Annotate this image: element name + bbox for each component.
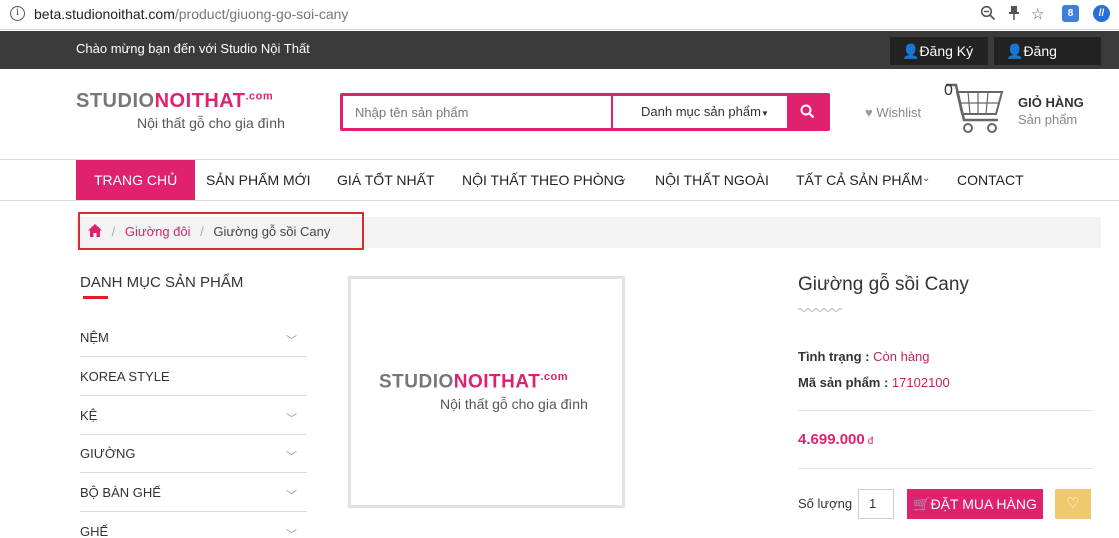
sidebar-item-label: NỆM <box>80 330 109 345</box>
add-to-wishlist-button[interactable]: ♡ <box>1055 489 1091 519</box>
nav-item-new-products[interactable]: SẢN PHẨM MỚI <box>206 160 311 200</box>
product-title: Giường gỗ sồi Cany <box>798 274 969 295</box>
sidebar-title: DANH MỤC SẢN PHẨM <box>80 274 244 291</box>
search-form: Danh mục sản phẩm▼ <box>340 93 830 131</box>
price-value: 4.699.000 <box>798 431 865 448</box>
sidebar-item-bo-ban-ghe[interactable]: BỘ BÀN GHẾ ﹀ <box>80 473 307 512</box>
user-icon: 👤 <box>1006 43 1024 59</box>
sidebar-item-nem[interactable]: NỆM ﹀ <box>80 318 307 357</box>
breadcrumb-current: Giường gỗ sồi Cany <box>213 224 331 239</box>
product-price: 4.699.000 đ <box>798 431 873 448</box>
category-label: Danh mục sản phẩm <box>641 104 761 119</box>
wishlist-link[interactable]: ♥ Wishlist <box>865 105 921 120</box>
info-icon[interactable]: i <box>10 6 25 21</box>
breadcrumb: / Giường đôi / Giường gỗ sồi Cany <box>88 224 330 239</box>
chevron-down-icon[interactable]: ﹀ <box>286 448 297 464</box>
cart-title[interactable]: GIỎ HÀNG <box>1018 95 1084 110</box>
nav-item-contact[interactable]: CONTACT <box>957 160 1024 200</box>
divider <box>798 468 1093 469</box>
extension-icon[interactable]: 8 <box>1062 5 1079 22</box>
search-icon <box>800 104 814 119</box>
nav-item-rooms[interactable]: NỘI THẤT THEO PHÒNG <box>462 160 625 200</box>
url-host: beta.studionoithat.com <box>34 6 175 22</box>
sidebar-item-label: KOREA STYLE <box>80 369 170 384</box>
price-currency: đ <box>867 436 874 447</box>
nav-item-all-products[interactable]: TẤT CẢ SẢN PHẨM <box>796 160 923 200</box>
chevron-down-icon: ⌄ <box>619 173 628 184</box>
cart-small-icon: 🛒 <box>913 496 931 512</box>
cart-count-badge: 0 <box>944 82 953 99</box>
chevron-down-icon[interactable]: ﹀ <box>286 410 297 426</box>
divider <box>798 410 1093 411</box>
login-button[interactable]: 👤Đăng Nhập <box>994 37 1101 87</box>
main-nav: TRANG CHỦ SẢN PHẨM MỚI GIÁ TỐT NHẤT NỘI … <box>0 159 1119 201</box>
sidebar-item-ghe[interactable]: GHẾ ﹀ <box>80 512 307 538</box>
sidebar-title-underline <box>83 296 108 299</box>
nav-item-home[interactable]: TRANG CHỦ <box>76 160 196 200</box>
sidebar-item-korea-style[interactable]: KOREA STYLE <box>80 357 307 396</box>
user-plus-icon: 👤 <box>902 43 920 59</box>
product-sku: Mã sản phẩm : 17102100 <box>798 375 950 390</box>
site-logo[interactable]: STUDIONOITHAT.com Nội thất gỗ cho gia đì… <box>76 90 285 131</box>
product-image-logo: STUDIONOITHAT.com Nội thất gỗ cho gia đì… <box>379 371 588 412</box>
wishlist-label: Wishlist <box>876 105 922 120</box>
stock-status-label: Tình trạng : <box>798 349 870 364</box>
browser-address-bar: i beta.studionoithat.com/product/giuong-… <box>0 0 1119 30</box>
stock-status-value: Còn hàng <box>873 349 930 364</box>
logo-part-1: STUDIO <box>76 90 155 112</box>
url-path: /product/giuong-go-soi-cany <box>174 6 349 22</box>
logo-tld: .com <box>540 371 568 383</box>
quantity-label: Số lượng <box>798 496 853 511</box>
title-divider <box>798 308 843 312</box>
cart-icon[interactable] <box>944 82 1006 138</box>
sidebar-item-label: GHẾ <box>80 524 109 538</box>
sku-label: Mã sản phẩm : <box>798 375 889 390</box>
nav-item-outdoor[interactable]: NỘI THẤT NGOÀI <box>655 160 769 200</box>
search-button[interactable] <box>787 96 827 128</box>
sidebar-item-label: GIƯỜNG <box>80 446 136 461</box>
logo-tagline: Nội thất gỗ cho gia đình <box>137 115 285 131</box>
add-to-cart-button[interactable]: 🛒ĐẶT MUA HÀNG <box>907 489 1043 519</box>
quantity-input[interactable]: 1 <box>858 489 894 519</box>
breadcrumb-category-link[interactable]: Giường đôi <box>125 224 191 239</box>
chevron-down-icon: ⌄ <box>922 173 931 184</box>
bookmark-star-icon[interactable]: ☆ <box>1031 5 1044 23</box>
breadcrumb-separator: / <box>111 224 116 239</box>
sidebar-item-ke[interactable]: KỆ ﹀ <box>80 396 307 435</box>
sidebar-item-label: KỆ <box>80 408 98 423</box>
zoom-icon[interactable] <box>980 5 996 21</box>
sidebar-item-label: BỘ BÀN GHẾ <box>80 485 161 500</box>
breadcrumb-separator: / <box>200 224 204 239</box>
logo-tagline: Nội thất gỗ cho gia đình <box>440 396 588 413</box>
stock-status: Tình trạng : Còn hàng <box>798 349 930 364</box>
logo-part-1: STUDIO <box>379 371 454 393</box>
sidebar-item-giuong[interactable]: GIƯỜNG ﹀ <box>80 434 307 473</box>
search-input[interactable] <box>343 96 611 128</box>
register-button[interactable]: 👤Đăng Ký <box>890 37 988 65</box>
sku-value: 17102100 <box>891 375 950 390</box>
category-select[interactable]: Danh mục sản phẩm▼ <box>611 96 791 128</box>
welcome-text: Chào mừng bạn đến với Studio Nội Thất <box>76 41 310 56</box>
top-bar: Chào mừng bạn đến với Studio Nội Thất 👤Đ… <box>0 31 1119 87</box>
heart-icon: ♥ <box>865 105 873 120</box>
logo-part-2: NOITHAT <box>453 371 541 393</box>
extension-icon[interactable]: // <box>1093 5 1110 22</box>
pin-icon[interactable] <box>1007 5 1021 21</box>
logo-tld: .com <box>245 90 274 103</box>
product-image[interactable]: STUDIONOITHAT.com Nội thất gỗ cho gia đì… <box>348 276 625 508</box>
chevron-down-icon[interactable]: ﹀ <box>286 526 297 538</box>
register-label: Đăng Ký <box>919 43 974 59</box>
chevron-down-icon[interactable]: ﹀ <box>286 332 297 348</box>
heart-outline-icon: ♡ <box>1066 495 1080 512</box>
url-field[interactable]: beta.studionoithat.com/product/giuong-go… <box>34 6 348 22</box>
logo-part-2: NOITHAT <box>154 90 246 112</box>
add-to-cart-label: ĐẶT MUA HÀNG <box>930 496 1037 512</box>
caret-down-icon: ▼ <box>760 109 769 118</box>
nav-item-best-price[interactable]: GIÁ TỐT NHẤT <box>337 160 435 200</box>
chevron-down-icon[interactable]: ﹀ <box>286 487 297 503</box>
cart-subtitle: Sản phẩm <box>1018 112 1078 127</box>
home-icon[interactable] <box>88 224 102 237</box>
